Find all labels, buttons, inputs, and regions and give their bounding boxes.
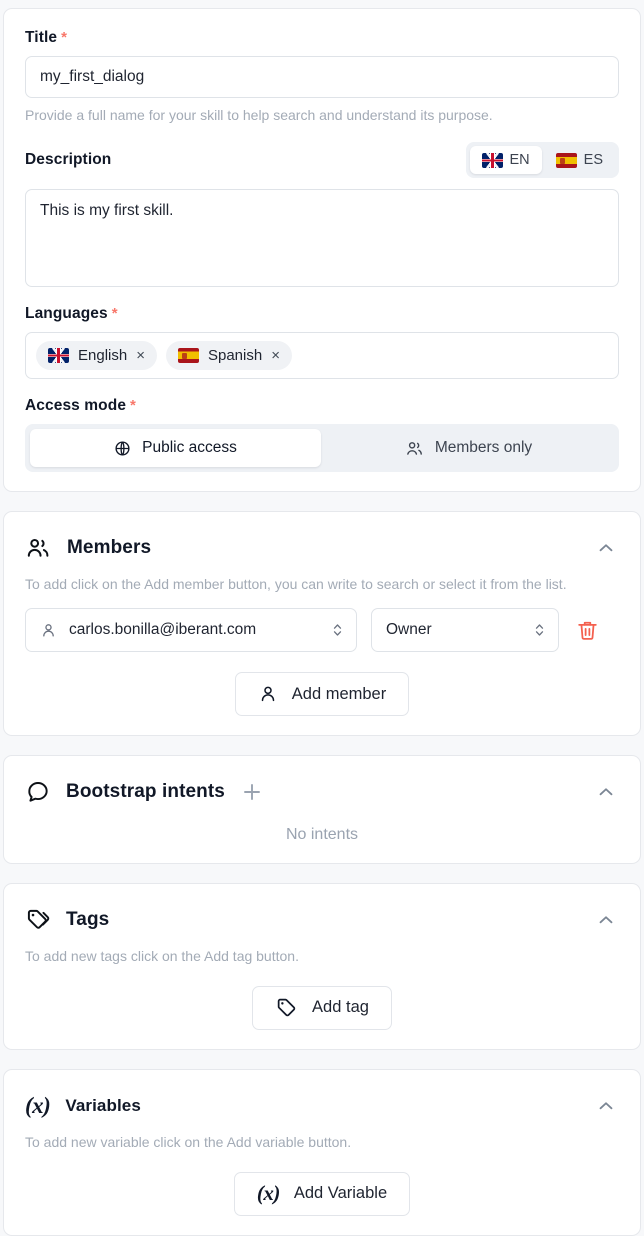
chat-bubble-icon [25,779,51,805]
users-icon [405,439,424,458]
user-icon [258,684,278,704]
tags-actions: Add tag [25,985,619,1030]
plus-icon [240,780,264,804]
description-label: Description [25,151,112,169]
member-role-select[interactable]: Owner [371,608,559,653]
member-select-value: carlos.bonilla@iberant.com [69,621,257,639]
users-icon [25,535,52,562]
languages-chips-container[interactable]: English × Spanish × [25,332,619,380]
language-chip-english-label: English [78,347,128,365]
tag-icon [275,996,298,1019]
flag-es-icon [177,348,199,364]
bootstrap-intents-empty-text: No intents [285,826,359,844]
access-mode-label: Access mode * [25,397,136,415]
language-chip-spanish-label: Spanish [207,347,263,365]
languages-label: Languages * [25,305,118,323]
trash-icon [575,618,600,643]
chevron-up-down-icon [331,621,344,639]
add-member-button-label: Add member [291,684,387,703]
language-chip-spanish[interactable]: Spanish × [165,341,292,371]
description-textarea[interactable]: This is my first skill. [25,189,619,288]
tags-icon [25,907,51,933]
language-chip-english[interactable]: English × [36,341,157,371]
access-mode-members-button[interactable]: Members only [323,429,614,467]
language-tab-es-label: ES [583,152,603,169]
chevron-up-icon [595,1095,617,1117]
tags-header: Tags [25,904,619,936]
remove-language-spanish-icon[interactable]: × [271,348,280,363]
description-field-group: Description EN ES This is my first skill… [25,140,619,288]
bootstrap-intents-title: Bootstrap intents [66,781,225,803]
members-card: Members To add click on the Add member b… [3,511,641,737]
remove-language-english-icon[interactable]: × [136,348,145,363]
access-mode-members-label: Members only [434,439,533,457]
member-select[interactable]: carlos.bonilla@iberant.com [25,608,357,653]
variables-description: To add new variable click on the Add var… [25,1133,352,1150]
member-row: carlos.bonilla@iberant.com Owner [25,608,619,653]
chevron-up-icon [595,537,617,559]
flag-gb-icon [481,152,503,168]
member-role-value: Owner [386,621,432,639]
flag-es-icon [555,152,577,168]
bootstrap-intents-header: Bootstrap intents [25,776,619,808]
title-helper-text: Provide a full name for your skill to he… [25,107,493,123]
members-description: To add click on the Add member button, y… [25,576,567,593]
language-tab-en-label: EN [509,152,530,169]
languages-field-group: Languages * English × Spanish × [25,305,619,380]
delete-member-button[interactable] [573,616,602,645]
flag-gb-icon [48,348,69,364]
members-actions: Add member [25,672,619,717]
tags-description: To add new tags click on the Add tag but… [25,948,299,965]
title-label: Title * [25,29,68,46]
variables-actions: (x) Add Variable [25,1171,619,1216]
members-collapse-button[interactable] [593,535,619,561]
variables-card: (x) Variables To add new variable click … [3,1068,641,1236]
members-title: Members [67,537,152,559]
bootstrap-intents-collapse-button[interactable] [593,779,619,805]
variable-icon: (x) [25,1093,51,1119]
language-tab-en[interactable]: EN [469,146,542,175]
title-required-asterisk: * [61,29,68,46]
add-variable-button[interactable]: (x) Add Variable [233,1171,411,1216]
skill-settings-form: Title* Provide a full name for your skil… [0,0,644,1236]
variables-header: (x) Variables [25,1090,619,1122]
add-member-button[interactable]: Add member [234,672,410,717]
variables-collapse-button[interactable] [593,1093,619,1119]
access-mode-public-button[interactable]: Public access [30,429,321,468]
variables-title: Variables [65,1095,141,1115]
bootstrap-intents-card: Bootstrap intents No intents [3,755,641,865]
tags-title: Tags [66,909,110,931]
user-icon [40,622,57,639]
add-tag-button[interactable]: Add tag [252,985,392,1030]
description-header: Description EN ES [25,140,619,180]
chevron-up-icon [595,781,617,803]
languages-required-asterisk: * [111,305,118,323]
access-mode-required-asterisk: * [130,397,136,415]
title-input[interactable] [25,56,619,98]
language-tab-es[interactable]: ES [544,146,615,174]
access-mode-segmented-control: Public access Members only [25,424,619,473]
members-header: Members [25,532,619,564]
tags-card: Tags To add new tags click on the Add ta… [3,883,641,1050]
variable-icon: (x) [256,1181,281,1206]
access-mode-field-group: Access mode * Public access Members only [25,397,619,473]
tags-collapse-button[interactable] [593,907,619,933]
globe-icon [114,440,131,457]
description-language-switch: EN ES [465,142,619,179]
title-field-group: Title* Provide a full name for your skil… [25,29,619,124]
add-bootstrap-intent-button[interactable] [240,780,264,804]
general-settings-card: Title* Provide a full name for your skil… [3,8,641,493]
chevron-up-down-icon [533,621,546,639]
add-tag-button-label: Add tag [312,998,369,1017]
access-mode-public-label: Public access [142,439,237,457]
chevron-up-icon [595,909,617,931]
add-variable-button-label: Add Variable [293,1184,388,1203]
